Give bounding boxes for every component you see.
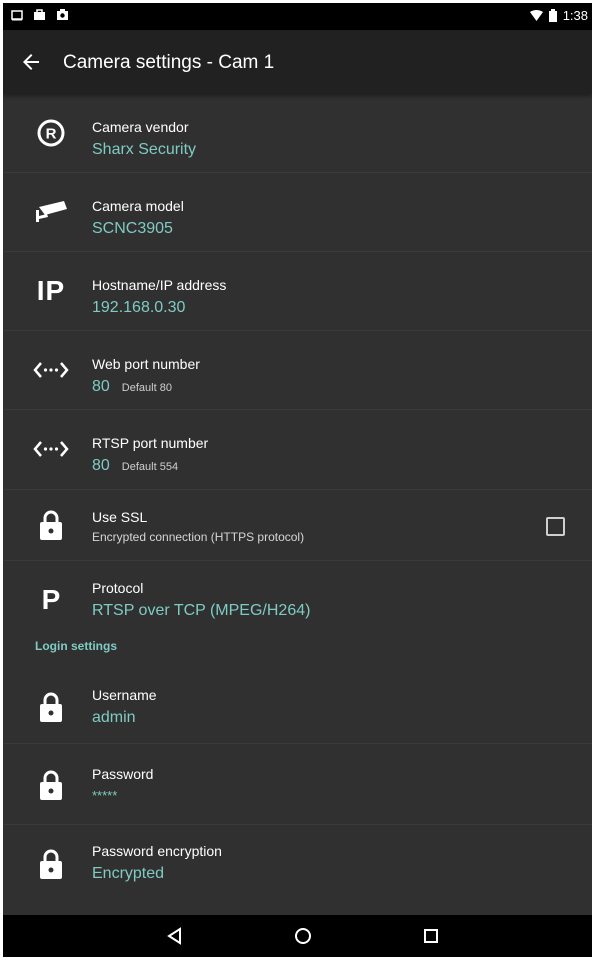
registered-icon: R: [33, 115, 69, 151]
setting-label: Camera vendor: [92, 119, 189, 135]
back-arrow-icon[interactable]: [19, 50, 43, 74]
app-bar: Camera settings - Cam 1: [3, 30, 592, 94]
setting-camera-vendor[interactable]: R Camera vendor Sharx Security: [3, 94, 592, 173]
port-icon: [33, 431, 69, 467]
setting-camera-model[interactable]: Camera model SCNC3905: [3, 173, 592, 252]
screen-icon: [11, 9, 23, 20]
setting-value: Sharx Security: [92, 141, 197, 158]
setting-value: admin: [92, 709, 136, 726]
setting-value: *****: [92, 788, 118, 803]
setting-subtitle: Encrypted connection (HTTPS protocol): [92, 530, 305, 544]
setting-label: Hostname/IP address: [92, 277, 227, 293]
setting-value-row: 80 Default 80: [92, 378, 172, 396]
setting-default-hint: Default 80: [121, 382, 172, 394]
back-nav-icon[interactable]: [165, 926, 185, 946]
setting-value: RTSP over TCP (MPEG/H264): [92, 602, 311, 619]
lock-icon: [33, 767, 69, 803]
setting-default-hint: Default 554: [121, 461, 179, 473]
ip-icon: IP: [36, 275, 66, 306]
recents-nav-icon[interactable]: [421, 926, 441, 946]
protocol-icon: P: [41, 584, 61, 615]
status-time: 1:38: [562, 8, 588, 23]
setting-label: Password encryption: [92, 843, 222, 859]
navigation-bar: [3, 915, 592, 957]
setting-label: RTSP port number: [92, 435, 209, 451]
setting-label: Camera model: [92, 198, 184, 214]
bag-icon: [34, 9, 45, 20]
svg-text:R: R: [46, 126, 57, 143]
setting-label: Protocol: [92, 580, 144, 596]
settings-list: R Camera vendor Sharx Security Camera mo…: [3, 94, 592, 903]
port-icon: [33, 352, 69, 388]
home-nav-icon[interactable]: [293, 926, 313, 946]
setting-password[interactable]: Password *****: [3, 744, 592, 825]
setting-label: Username: [92, 687, 157, 703]
setting-value: 192.168.0.30: [92, 299, 186, 316]
setting-value: 80: [92, 378, 110, 395]
setting-label: Use SSL: [92, 509, 148, 525]
setting-value: 80: [92, 457, 110, 474]
setting-hostname[interactable]: IP Hostname/IP address 192.168.0.30: [3, 252, 592, 331]
login-section-header: Login settings: [3, 639, 592, 671]
lock-icon: [33, 846, 69, 882]
cctv-camera-icon: [33, 194, 69, 230]
photo-icon: [57, 9, 68, 20]
setting-label: Web port number: [92, 356, 200, 372]
status-bar: 1:38: [3, 3, 592, 30]
app-frame: 1:38 Camera settings - Cam 1 R Camera ve…: [3, 3, 592, 957]
lock-icon: [33, 507, 69, 543]
ssl-checkbox[interactable]: [546, 517, 565, 536]
setting-label: Password: [92, 766, 154, 782]
wifi-icon: [529, 9, 543, 21]
setting-password-encryption[interactable]: Password encryption Encrypted: [3, 825, 592, 903]
setting-web-port[interactable]: Web port number 80 Default 80: [3, 331, 592, 410]
battery-icon: [548, 9, 557, 22]
lock-icon: [33, 689, 69, 725]
setting-rtsp-port[interactable]: RTSP port number 80 Default 554: [3, 410, 592, 490]
page-title: Camera settings - Cam 1: [63, 52, 275, 73]
setting-value-row: 80 Default 554: [92, 457, 178, 475]
setting-value: SCNC3905: [92, 220, 173, 237]
section-title: Login settings: [35, 639, 117, 653]
setting-use-ssl[interactable]: Use SSL Encrypted connection (HTTPS prot…: [3, 490, 592, 561]
setting-username[interactable]: Username admin: [3, 671, 592, 744]
setting-value: Encrypted: [92, 865, 165, 882]
setting-protocol[interactable]: P Protocol RTSP over TCP (MPEG/H264): [3, 561, 592, 639]
